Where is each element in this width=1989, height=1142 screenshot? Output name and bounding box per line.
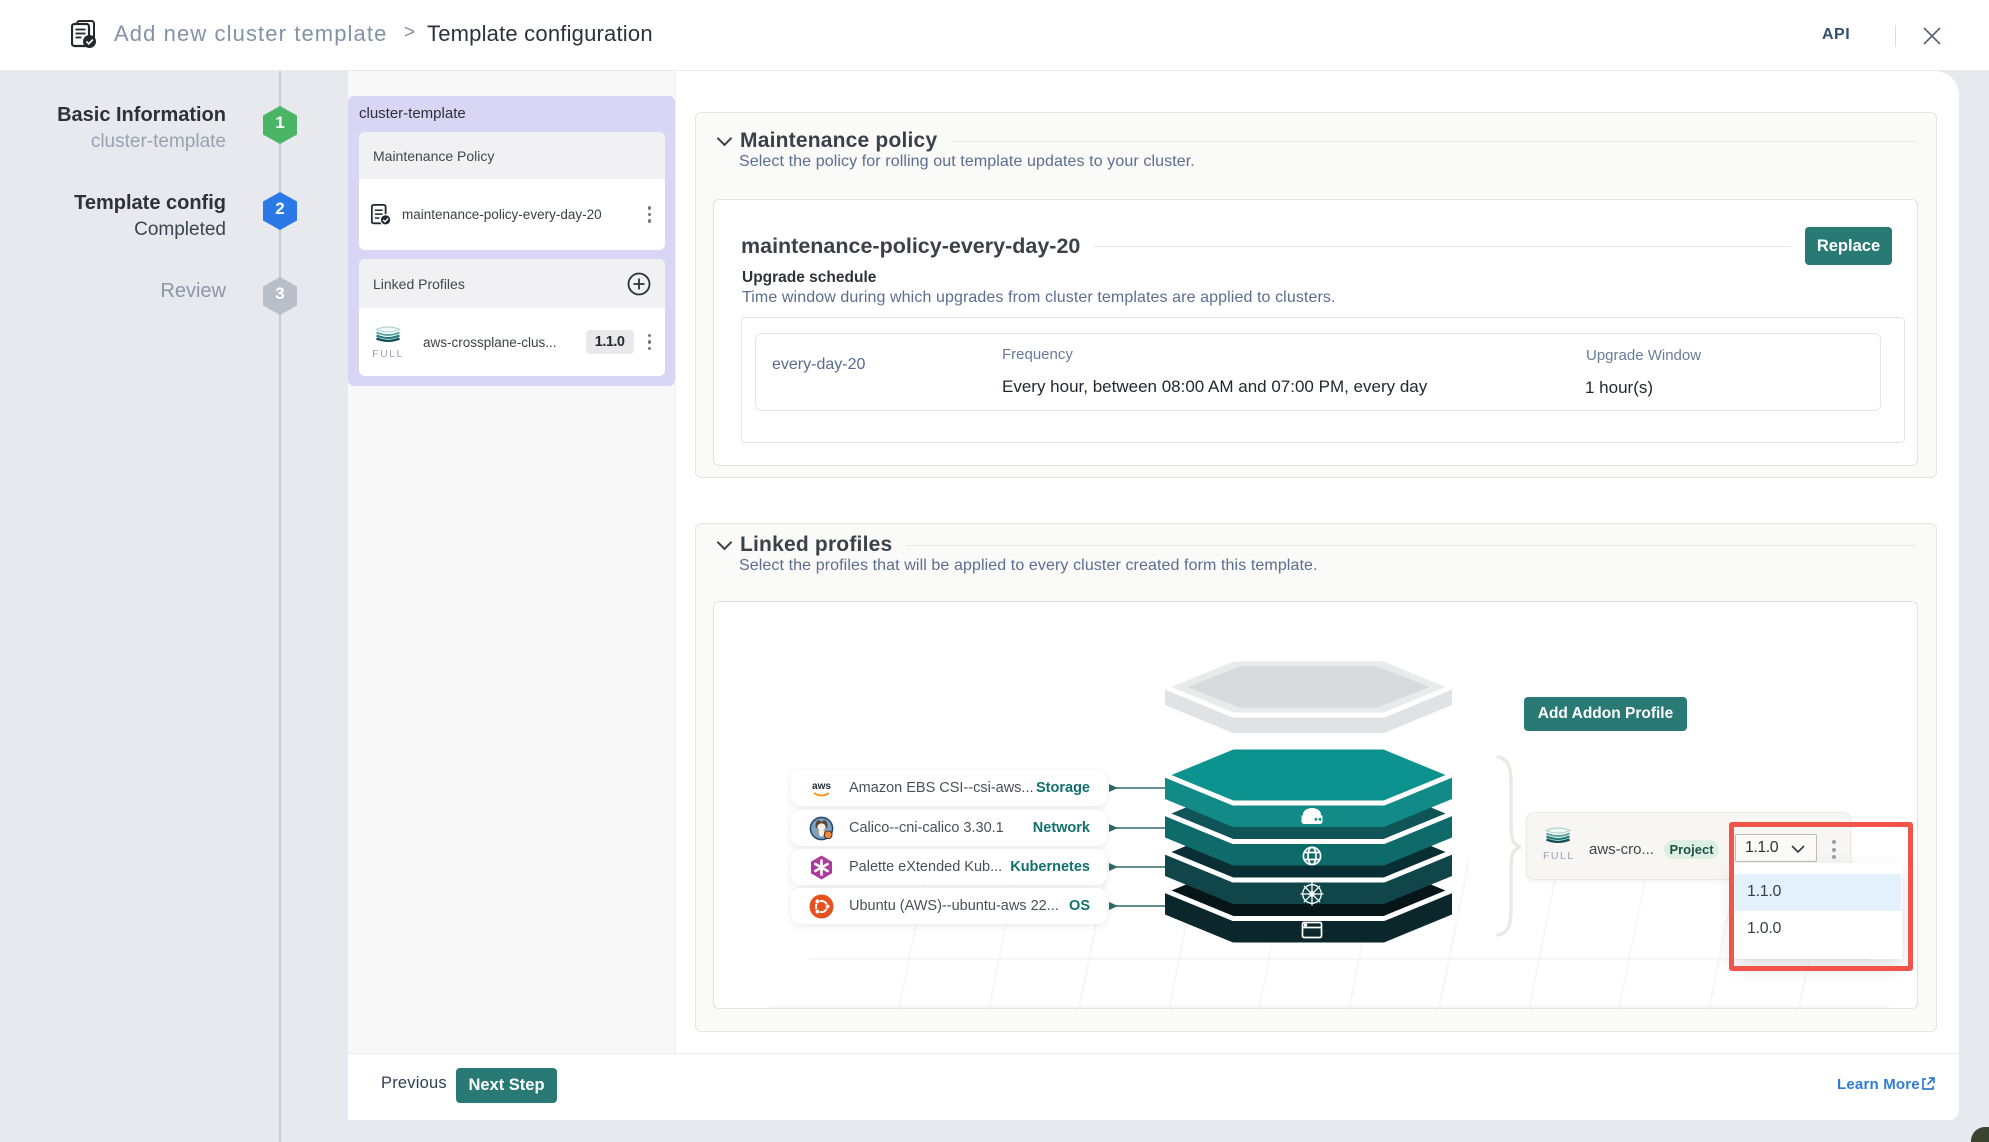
svg-text:aws: aws — [812, 781, 831, 792]
